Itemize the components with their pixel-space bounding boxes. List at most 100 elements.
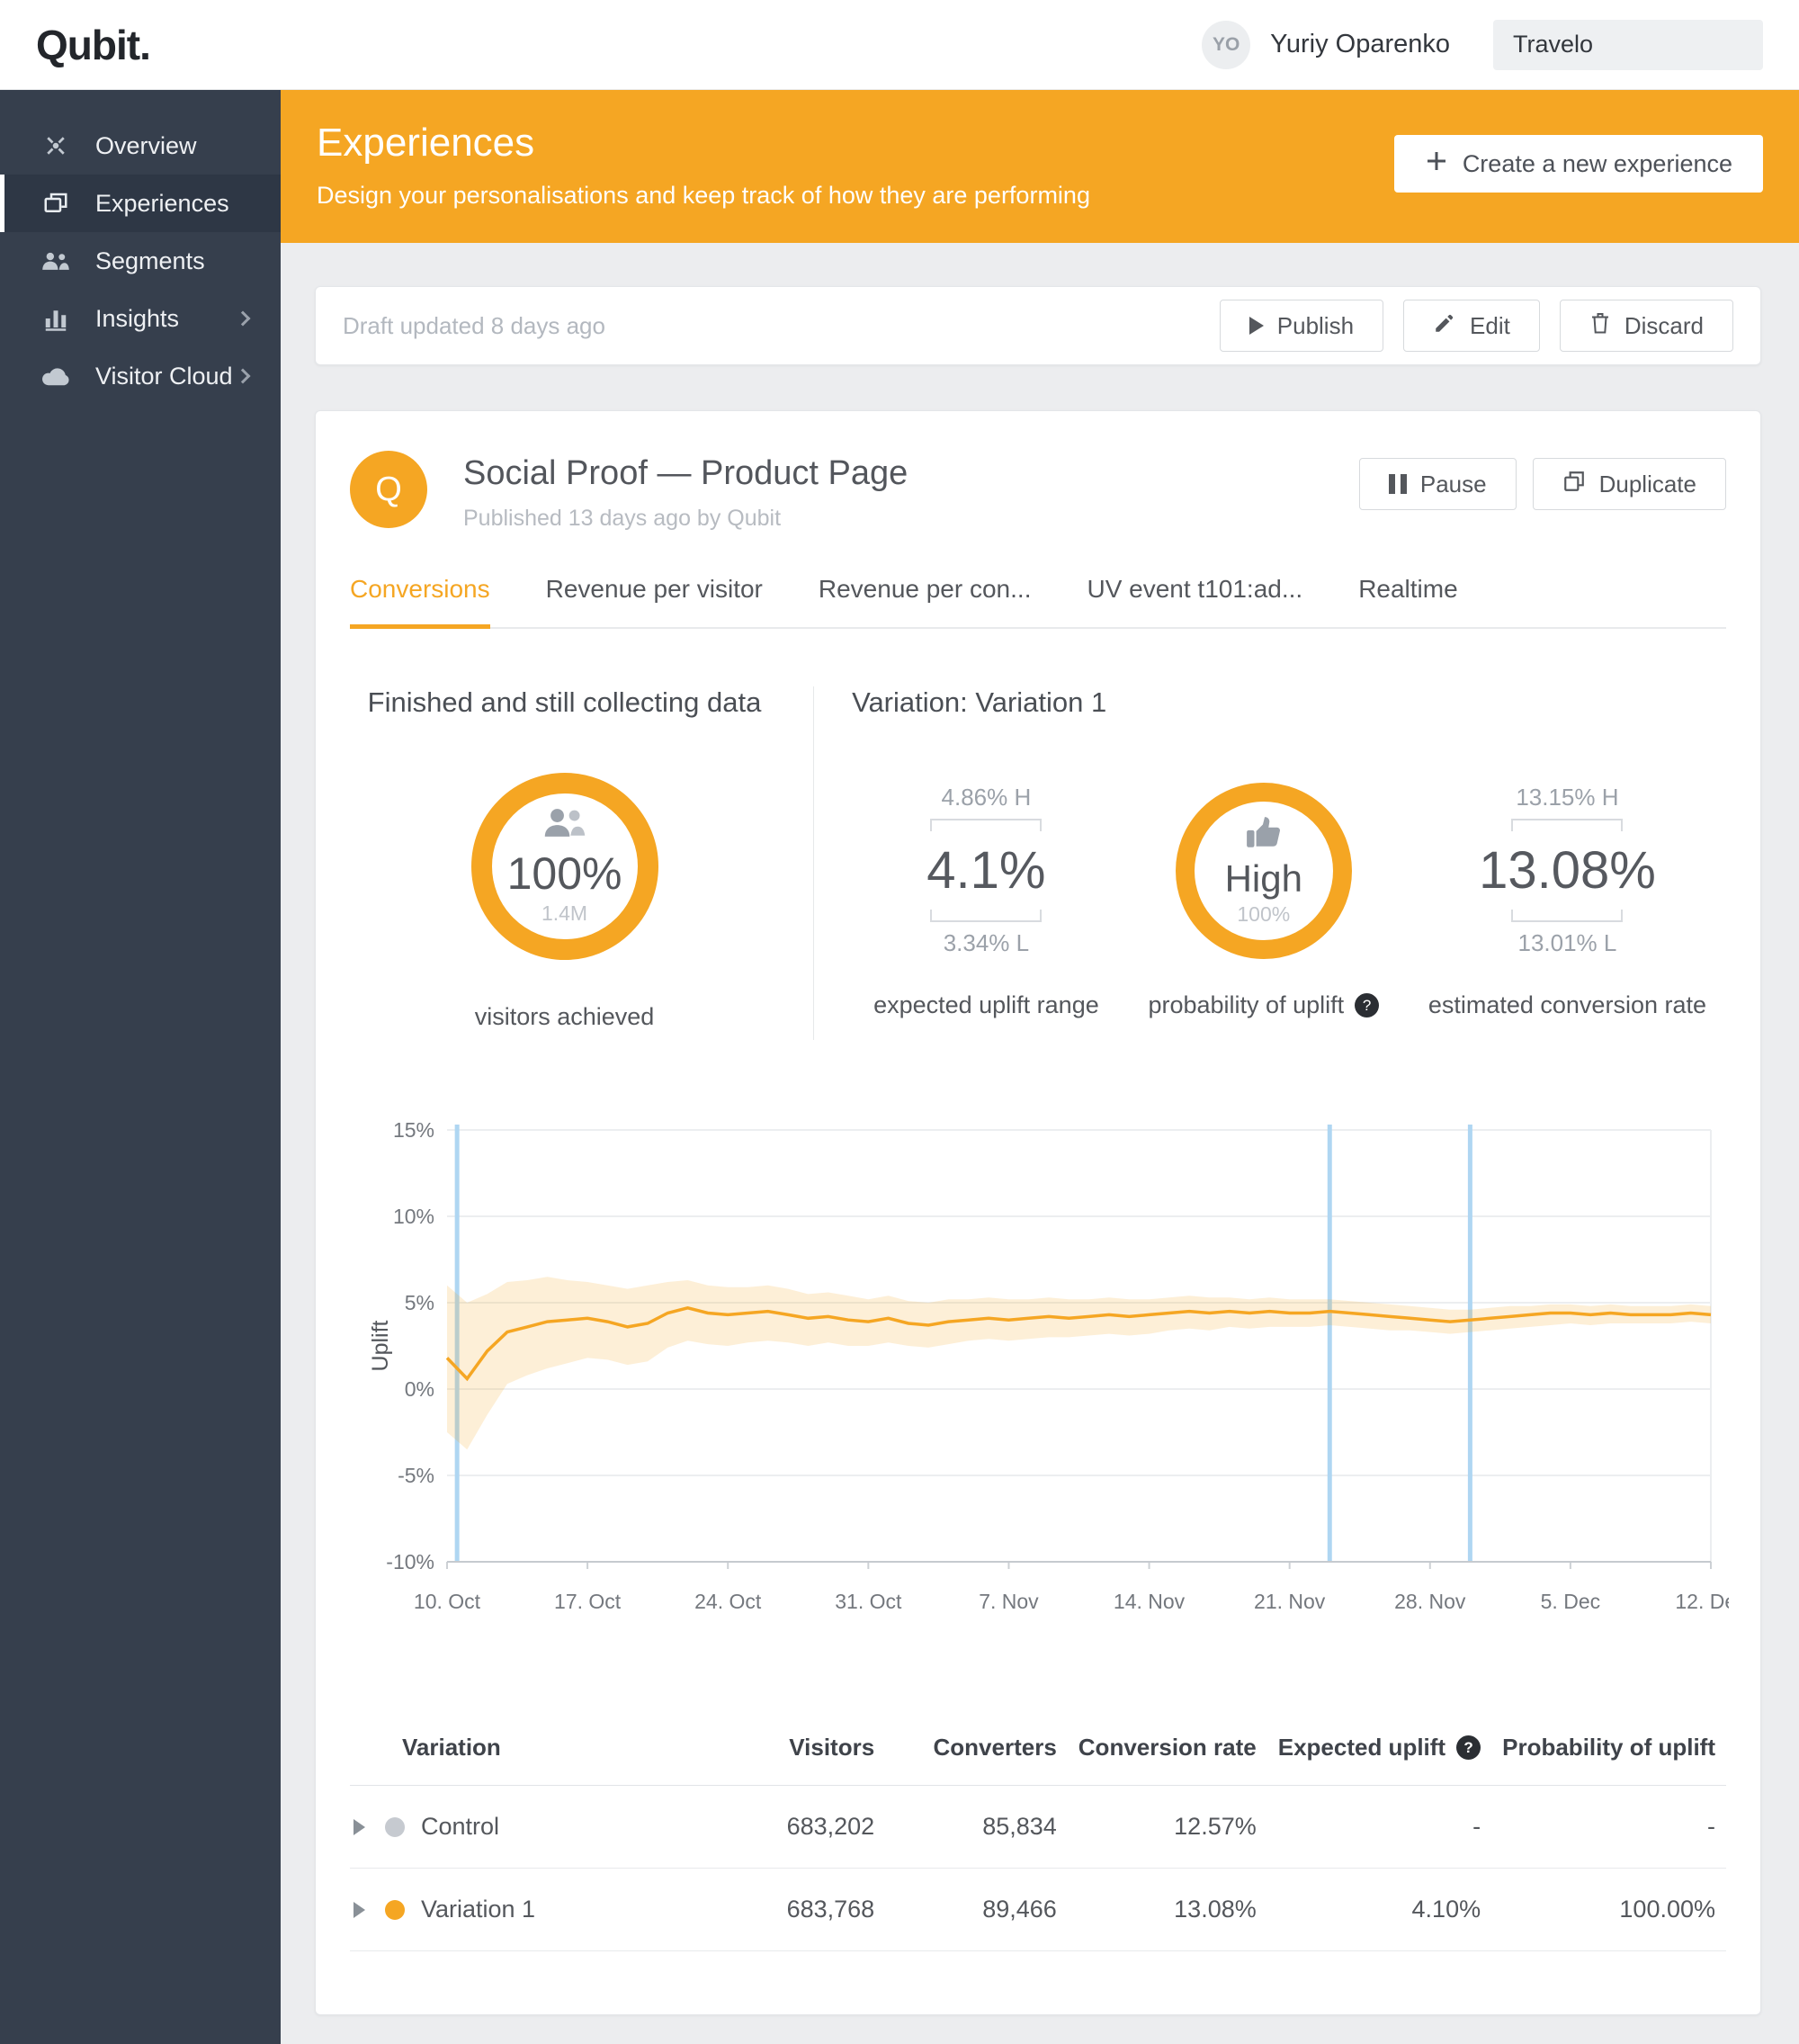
tab-revenue-per-converter[interactable]: Revenue per con... xyxy=(819,575,1032,627)
visitors-label: visitors achieved xyxy=(474,1003,655,1030)
sidebar: Overview Experiences Segments Insights V… xyxy=(0,90,281,2044)
sidebar-item-label: Experiences xyxy=(95,189,229,217)
discard-button[interactable]: Discard xyxy=(1559,300,1733,352)
variation-expected-uplift: 4.10% xyxy=(1266,1868,1492,1951)
col-expected-uplift: Expected uplift xyxy=(1266,1710,1492,1786)
experience-subtitle: Published 13 days ago by Qubit xyxy=(463,506,782,531)
sidebar-item-segments[interactable]: Segments xyxy=(0,232,281,290)
experience-actions: Pause Duplicate xyxy=(1358,458,1726,510)
experience-titles: Social Proof — Product Page Published 13… xyxy=(463,451,908,532)
expand-caret-icon[interactable] xyxy=(354,1901,365,1918)
expand-caret-icon[interactable] xyxy=(354,1818,365,1835)
uplift-low: 3.34% L xyxy=(943,929,1030,956)
insights-icon xyxy=(40,302,72,335)
probability-label: probability of uplift xyxy=(1148,991,1380,1019)
probability-donut: High 100% xyxy=(1175,782,1352,959)
help-icon[interactable] xyxy=(1355,993,1380,1018)
svg-text:-10%: -10% xyxy=(386,1550,434,1573)
tab-bar: Conversions Revenue per visitor Revenue … xyxy=(350,575,1726,629)
control-expected-uplift: - xyxy=(1266,1785,1492,1869)
probability-label-text: probability of uplift xyxy=(1148,991,1345,1018)
svg-text:Uplift: Uplift xyxy=(368,1320,393,1371)
discard-label: Discard xyxy=(1624,311,1704,339)
svg-text:10. Oct: 10. Oct xyxy=(414,1590,481,1613)
tab-conversions[interactable]: Conversions xyxy=(350,575,490,629)
page-title: Experiences xyxy=(317,121,535,165)
experience-card: Q Social Proof — Product Page Published … xyxy=(315,410,1761,2015)
account-selector[interactable]: Travelo xyxy=(1493,19,1763,70)
edit-button[interactable]: Edit xyxy=(1403,300,1540,352)
sidebar-item-insights[interactable]: Insights xyxy=(0,290,281,347)
tab-revenue-per-visitor[interactable]: Revenue per visitor xyxy=(546,575,763,627)
svg-text:31. Oct: 31. Oct xyxy=(835,1590,902,1613)
variation-stat-groups: 4.86% H 4.1% 3.34% L expected uplift ran… xyxy=(852,749,1760,1019)
col-variation: Variation xyxy=(350,1710,722,1786)
uplift-range-stat: 4.86% H 4.1% 3.34% L expected uplift ran… xyxy=(873,749,1099,1019)
help-icon[interactable] xyxy=(1456,1735,1481,1760)
user-avatar[interactable]: YO xyxy=(1202,20,1251,69)
play-icon xyxy=(1249,317,1264,335)
visitors-percent: 100% xyxy=(506,848,622,899)
visitors-total: 1.4M xyxy=(541,901,588,925)
page-subtitle: Design your personalisations and keep tr… xyxy=(317,182,1090,209)
variation-heading: Variation: Variation 1 xyxy=(852,686,1107,718)
cr-low: 13.01% L xyxy=(1517,929,1617,956)
sidebar-item-overview[interactable]: Overview xyxy=(0,117,281,175)
duplicate-button[interactable]: Duplicate xyxy=(1532,458,1726,510)
sidebar-item-visitor-cloud[interactable]: Visitor Cloud xyxy=(0,347,281,405)
experiences-icon xyxy=(40,187,72,220)
col-conversion-rate: Conversion rate xyxy=(1067,1710,1267,1786)
svg-text:0%: 0% xyxy=(405,1377,434,1401)
col-visitors: Visitors xyxy=(721,1710,886,1786)
svg-text:17. Oct: 17. Oct xyxy=(554,1590,622,1613)
svg-text:10%: 10% xyxy=(393,1205,434,1228)
chevron-right-icon xyxy=(235,368,251,384)
uplift-chart-svg: 15% 10% 5% 0% -5% -10% 10. Oct 17. Oct 24. Oct 31… xyxy=(368,1118,1747,1613)
duplicate-icon xyxy=(1562,470,1586,499)
sidebar-item-label: Segments xyxy=(95,247,205,274)
results-table: Variation Visitors Converters Conversion… xyxy=(350,1710,1726,1951)
svg-text:14. Nov: 14. Nov xyxy=(1114,1590,1186,1613)
publish-button[interactable]: Publish xyxy=(1219,300,1384,352)
pause-button[interactable]: Pause xyxy=(1358,458,1517,510)
qubit-app: Qubit. YO Yuriy Oparenko Travelo Overvie… xyxy=(0,0,1799,2044)
conversion-rate-stat: 13.15% H 13.08% 13.01% L estimated conve… xyxy=(1428,749,1706,1019)
create-experience-button[interactable]: Create a new experience xyxy=(1393,135,1763,193)
control-dot-icon xyxy=(385,1816,405,1837)
svg-text:5%: 5% xyxy=(405,1291,434,1314)
experience-header: Q Social Proof — Product Page Published … xyxy=(316,451,1760,532)
stats-left-heading: Finished and still collecting data xyxy=(367,686,762,718)
pencil-icon xyxy=(1433,311,1456,341)
plus-icon xyxy=(1425,149,1448,179)
topbar: Qubit. YO Yuriy Oparenko Travelo xyxy=(0,0,1799,90)
tab-uv-event[interactable]: UV event t101:ad... xyxy=(1087,575,1302,627)
experience-avatar: Q xyxy=(350,451,427,528)
svg-text:5. Dec: 5. Dec xyxy=(1541,1590,1600,1613)
variation-visitors: 683,768 xyxy=(721,1868,886,1951)
publish-label: Publish xyxy=(1276,311,1355,339)
uplift-range-main: 4.86% H 4.1% 3.34% L xyxy=(926,749,1045,991)
overview-icon xyxy=(40,130,72,162)
content: Draft updated 8 days ago Publish Edit Di… xyxy=(281,243,1799,2015)
experience-title: Social Proof — Product Page xyxy=(463,454,908,492)
col-converters: Converters xyxy=(885,1710,1068,1786)
stats-section: Finished and still collecting data 100% … xyxy=(316,629,1760,1040)
app-body: Overview Experiences Segments Insights V… xyxy=(0,90,1799,2044)
cloud-icon xyxy=(40,360,72,392)
pause-icon xyxy=(1388,474,1407,494)
duplicate-label: Duplicate xyxy=(1598,470,1696,498)
svg-text:12. Dec: 12. Dec xyxy=(1675,1590,1729,1613)
page-header: Experiences Design your personalisations… xyxy=(281,90,1799,243)
qubit-logo: Qubit. xyxy=(36,21,151,68)
variation-conversion-rate: 13.08% xyxy=(1067,1868,1267,1951)
sidebar-item-experiences[interactable]: Experiences xyxy=(0,175,281,232)
variation-probability: 100.00% xyxy=(1491,1868,1726,1951)
conversion-rate-main: 13.15% H 13.08% 13.01% L xyxy=(1479,749,1656,991)
page-header-text: Experiences Design your personalisations… xyxy=(317,121,1090,243)
thumbs-up-icon xyxy=(1245,815,1283,856)
range-bracket-top xyxy=(1511,819,1624,831)
tab-realtime[interactable]: Realtime xyxy=(1358,575,1457,627)
sidebar-item-label: Insights xyxy=(95,304,180,332)
variation-stats: Variation: Variation 1 4.86% H 4.1% 3.34… xyxy=(814,686,1760,1040)
svg-text:-5%: -5% xyxy=(398,1464,434,1487)
